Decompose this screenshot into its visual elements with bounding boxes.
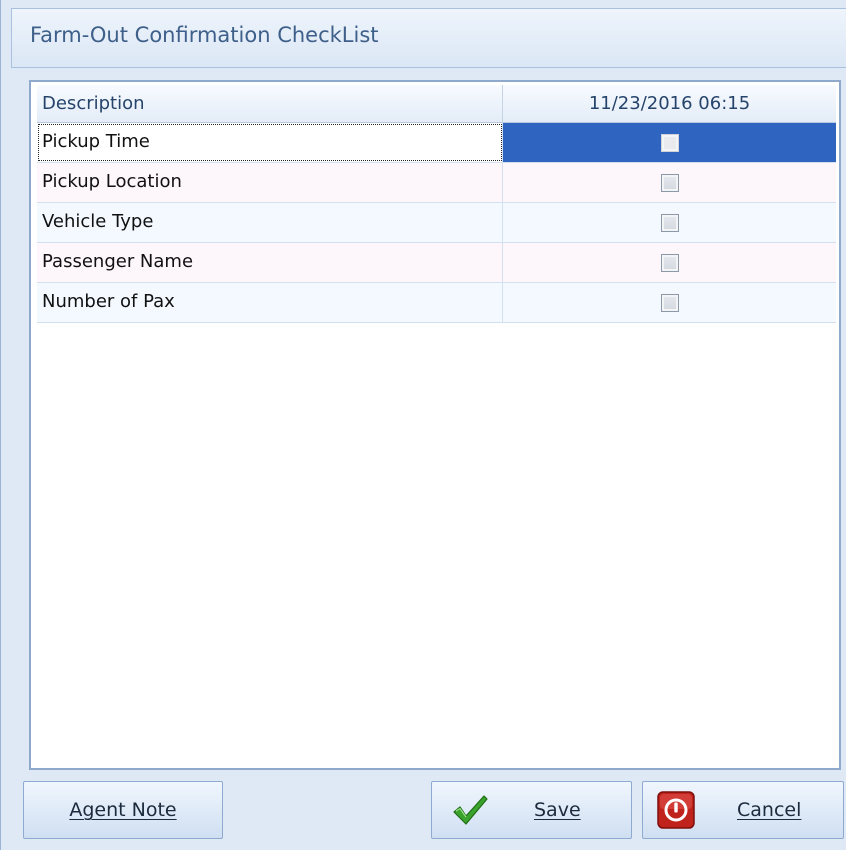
row-description[interactable]: Pickup Location bbox=[37, 163, 503, 202]
checklist-grid: Description 11/23/2016 06:15 Pickup Time… bbox=[29, 80, 841, 770]
row-check-cell[interactable] bbox=[503, 163, 836, 202]
row-check-cell[interactable] bbox=[503, 243, 836, 282]
table-row[interactable]: Number of Pax bbox=[37, 283, 836, 323]
checkbox[interactable] bbox=[660, 213, 679, 232]
column-header-description[interactable]: Description bbox=[37, 85, 503, 122]
row-description[interactable]: Number of Pax bbox=[37, 283, 503, 322]
row-description[interactable]: Pickup Time bbox=[37, 123, 503, 162]
grid-rows: Pickup Time Pickup Location Vehicle Type… bbox=[37, 123, 836, 323]
green-checkmark-icon bbox=[453, 795, 488, 825]
cancel-button[interactable]: Cancel bbox=[642, 781, 844, 839]
grid-header: Description 11/23/2016 06:15 bbox=[37, 85, 836, 123]
row-check-cell[interactable] bbox=[503, 203, 836, 242]
checkbox[interactable] bbox=[660, 293, 679, 312]
checkbox[interactable] bbox=[660, 253, 679, 272]
row-check-cell[interactable] bbox=[503, 283, 836, 322]
table-row[interactable]: Pickup Time bbox=[37, 123, 836, 163]
row-description[interactable]: Vehicle Type bbox=[37, 203, 503, 242]
agent-note-label: Agent Note bbox=[69, 799, 177, 821]
row-check-cell[interactable] bbox=[503, 123, 836, 162]
agent-note-button[interactable]: Agent Note bbox=[23, 781, 223, 839]
table-row[interactable]: Passenger Name bbox=[37, 243, 836, 283]
checkbox[interactable] bbox=[660, 133, 679, 152]
red-power-icon bbox=[657, 791, 695, 829]
cancel-label: Cancel bbox=[737, 799, 802, 821]
table-row[interactable]: Pickup Location bbox=[37, 163, 836, 203]
checkbox[interactable] bbox=[660, 173, 679, 192]
dialog-title: Farm-Out Confirmation CheckList bbox=[30, 23, 379, 47]
row-description[interactable]: Passenger Name bbox=[37, 243, 503, 282]
table-row[interactable]: Vehicle Type bbox=[37, 203, 836, 243]
column-header-date[interactable]: 11/23/2016 06:15 bbox=[503, 85, 836, 122]
title-bar: Farm-Out Confirmation CheckList bbox=[11, 8, 846, 68]
farm-out-checklist-dialog: Farm-Out Confirmation CheckList Descript… bbox=[0, 0, 846, 850]
save-label: Save bbox=[534, 799, 581, 821]
save-button[interactable]: Save bbox=[431, 781, 632, 839]
